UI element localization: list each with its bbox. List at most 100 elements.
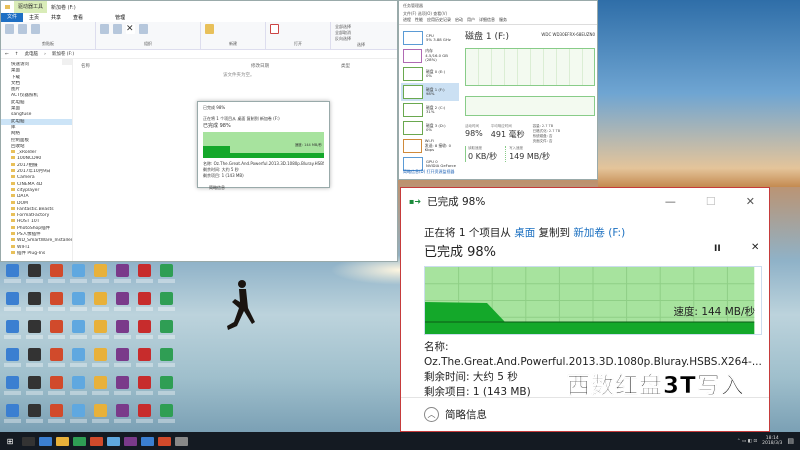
desktop-shortcut[interactable] [90, 374, 111, 402]
desktop-shortcut[interactable] [156, 374, 177, 402]
desktop-shortcut[interactable] [112, 262, 133, 290]
fewer-details-button[interactable]: ︿ 简略信息 [401, 397, 769, 431]
desktop-shortcut[interactable] [134, 290, 155, 318]
rename-icon[interactable] [139, 24, 148, 34]
taskbar-app[interactable] [56, 436, 69, 446]
desktop-shortcut[interactable] [112, 318, 133, 346]
tm-footer-links[interactable]: 简略信息(D) 打开资源监视器 [403, 169, 454, 175]
tm-resource-item[interactable]: CPU 5% 3.88 GHz [401, 29, 459, 47]
desktop-shortcut[interactable] [24, 374, 45, 402]
taskbar-app[interactable] [175, 436, 188, 446]
source-link[interactable]: 桌面 [514, 227, 535, 239]
tm-tab[interactable]: 应用历史记录 [427, 17, 451, 24]
desktop-shortcut[interactable] [24, 402, 45, 430]
address-bar[interactable]: ← ↑ 此电脑 › 新加卷 (F:) [1, 50, 397, 59]
close-button[interactable]: ✕ [746, 195, 755, 208]
nav-scrollbar[interactable] [62, 59, 72, 66]
breadcrumb-item[interactable]: 此电脑 [25, 51, 39, 57]
desktop-shortcut[interactable] [112, 402, 133, 430]
desktop-shortcut[interactable] [46, 346, 67, 374]
desktop-shortcut[interactable] [134, 318, 155, 346]
taskbar-app[interactable] [22, 436, 35, 446]
desktop-shortcut[interactable] [156, 262, 177, 290]
desktop-shortcut[interactable] [2, 402, 23, 430]
tm-resource-item[interactable]: 磁盘 2 (C:) 31% [401, 101, 459, 119]
tm-resource-item[interactable]: Wi-Fi 发送: 8 接收: 0 Kbps [401, 137, 459, 155]
column-date[interactable]: 修改日期 [251, 63, 341, 69]
paste-icon[interactable] [31, 24, 40, 34]
desktop-shortcut[interactable] [46, 290, 67, 318]
copy-to-icon[interactable] [113, 24, 122, 34]
desktop-shortcut[interactable] [156, 318, 177, 346]
notification-icon[interactable]: ▤ [787, 437, 794, 445]
tray-icons[interactable]: ⌃ ▭ ◧ ⊡ [737, 439, 757, 444]
taskbar-app[interactable] [158, 436, 171, 446]
desktop-shortcut[interactable] [112, 374, 133, 402]
tm-tab[interactable]: 性能 [415, 17, 423, 24]
desktop-shortcut[interactable] [68, 346, 89, 374]
clock[interactable]: 18:14 2018/3/3 [762, 436, 782, 446]
fewer-details-button[interactable]: 简略信息 [203, 185, 324, 191]
tm-resource-item[interactable]: 内存 4.5/16.0 GB (28%) [401, 47, 459, 65]
tm-resource-item[interactable]: 磁盘 0 (E:) 0% [401, 65, 459, 83]
maximize-button[interactable]: ☐ [706, 195, 716, 208]
tm-tab[interactable]: 详细信息 [479, 17, 495, 24]
desktop-shortcut[interactable] [112, 290, 133, 318]
desktop-shortcut[interactable] [68, 402, 89, 430]
taskbar-app[interactable] [39, 436, 52, 446]
desktop-shortcut[interactable] [24, 290, 45, 318]
minimize-button[interactable]: — [665, 195, 676, 208]
breadcrumb-item[interactable]: 新加卷 (F:) [52, 51, 74, 57]
desktop-shortcut[interactable] [90, 402, 111, 430]
tm-resource-item[interactable]: 磁盘 3 (D:) 0% [401, 119, 459, 137]
tm-tab[interactable]: 服务 [499, 17, 507, 24]
taskbar-app[interactable] [107, 436, 120, 446]
start-button[interactable]: ⊞ [0, 437, 20, 446]
tab-share[interactable]: 共享 [45, 14, 67, 21]
tab-home[interactable]: 主页 [23, 14, 45, 21]
taskbar-app[interactable] [124, 436, 137, 446]
desktop-shortcut[interactable] [156, 346, 177, 374]
desktop-shortcut[interactable] [134, 262, 155, 290]
up-icon[interactable]: ↑ [15, 52, 19, 57]
desktop-shortcut[interactable] [68, 262, 89, 290]
desktop-shortcut[interactable] [2, 290, 23, 318]
desktop-shortcut[interactable] [24, 262, 45, 290]
desktop-shortcut[interactable] [68, 374, 89, 402]
desktop-shortcut[interactable] [24, 318, 45, 346]
desktop-shortcut[interactable] [68, 290, 89, 318]
desktop-shortcut[interactable] [112, 346, 133, 374]
nav-item[interactable]: 插件 Plug-Ins [1, 251, 72, 257]
desktop-shortcut[interactable] [90, 262, 111, 290]
desktop-shortcut[interactable] [134, 346, 155, 374]
desktop-shortcut[interactable] [134, 402, 155, 430]
desktop-shortcut[interactable] [90, 290, 111, 318]
new-folder-icon[interactable] [205, 24, 214, 34]
taskbar-app[interactable] [141, 436, 154, 446]
properties-icon[interactable] [270, 24, 279, 34]
tab-file[interactable]: 文件 [1, 13, 24, 22]
desktop-shortcut[interactable] [46, 374, 67, 402]
pause-button[interactable]: II [714, 244, 721, 254]
tab-view[interactable]: 查看 [67, 14, 89, 21]
destination-link[interactable]: 新加卷 (F:) [573, 227, 625, 239]
tm-tab[interactable]: 启动 [455, 17, 463, 24]
tab-manage[interactable]: 管理 [109, 14, 131, 21]
delete-icon[interactable]: ✕ [126, 24, 135, 34]
desktop-shortcut[interactable] [46, 318, 67, 346]
column-name[interactable]: 名称 [81, 63, 171, 69]
desktop-shortcut[interactable] [2, 318, 23, 346]
tm-tab[interactable]: 进程 [403, 17, 411, 24]
desktop-shortcut[interactable] [46, 262, 67, 290]
taskbar-app[interactable] [73, 436, 86, 446]
desktop-shortcut[interactable] [90, 318, 111, 346]
desktop-shortcut[interactable] [134, 374, 155, 402]
desktop-shortcut[interactable] [90, 346, 111, 374]
cancel-button[interactable]: ✕ [751, 242, 759, 253]
desktop-shortcut[interactable] [2, 346, 23, 374]
desktop-shortcut[interactable] [2, 374, 23, 402]
desktop-shortcut[interactable] [46, 402, 67, 430]
desktop-shortcut[interactable] [2, 262, 23, 290]
pin-icon[interactable] [5, 24, 14, 34]
copy-icon[interactable] [18, 24, 27, 34]
